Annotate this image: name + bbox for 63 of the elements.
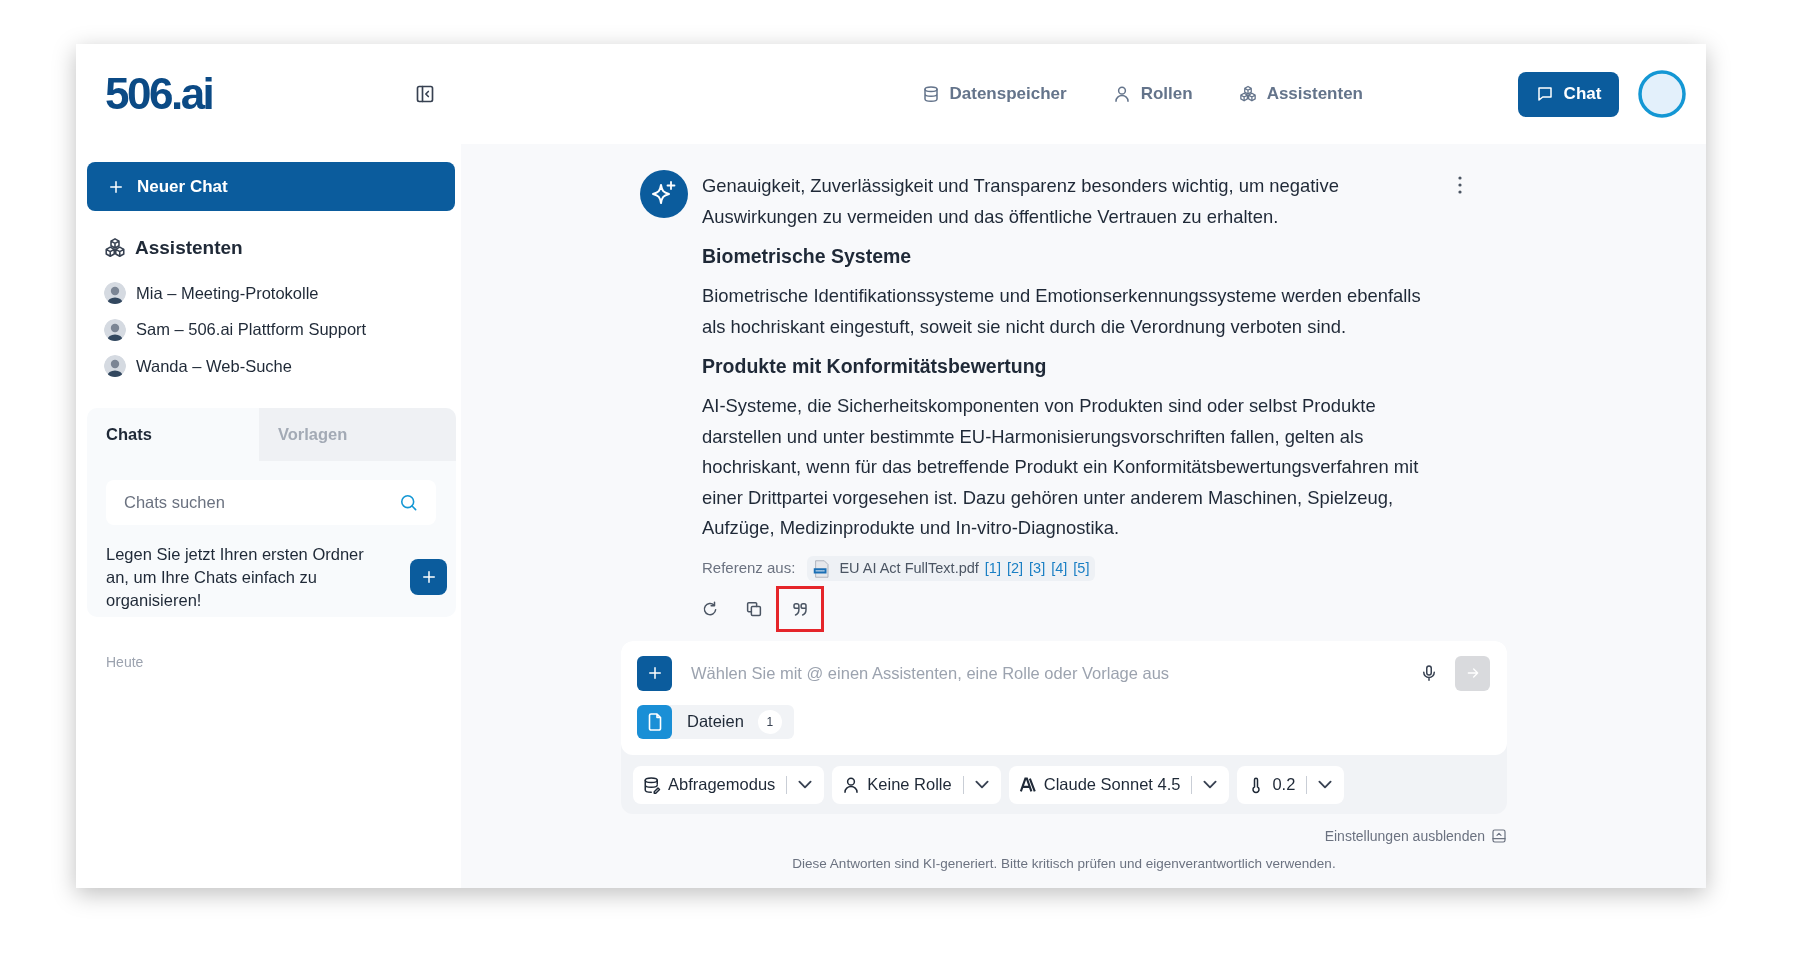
nav-link[interactable]: Datenspeicher [921,81,1067,107]
message-input[interactable]: Wählen Sie mit @ einen Assistenten, eine Rolle oder Vorlage aus [689,658,1408,688]
person-icon [1112,85,1131,103]
file-name[interactable]: EU AI Act FullText.pdf [839,557,979,580]
mode-dropdown[interactable]: Abfragemodus [633,765,825,804]
sparkle-icon [640,170,688,218]
model-dropdown[interactable]: Claude Sonnet 4.5 [1008,765,1230,804]
group-label: Heute [106,652,145,672]
sidebar-toggle-icon[interactable] [415,84,435,104]
folder-hint-text: Legen Sie jetzt Ihren ersten Ordner an, um Ihre Chats einfach zu organisieren! [106,543,365,611]
panel-collapse-icon [1491,828,1507,844]
pdf-file-icon [813,559,832,578]
assistant-item[interactable]: Sam – 506.ai Plattform Support [87,311,377,348]
more-options-icon[interactable] [1458,176,1462,194]
model-logo-icon [1018,775,1037,794]
cubes-icon [1238,85,1257,103]
files-chip[interactable]: Dateien 1 [637,704,794,739]
database-icon [921,85,940,103]
message-heading: Produkte mit Konformitätsbewertung [702,354,1048,379]
chevron-down-icon [1203,780,1218,789]
nav-link[interactable]: Assistenten [1238,81,1363,107]
avatar-icon [104,318,126,341]
avatar-icon [104,355,126,378]
message-heading: Biometrische Systeme [702,244,913,269]
citation-link[interactable]: [3] [1029,557,1046,580]
citation-link[interactable]: [5] [1073,557,1090,580]
new-chat-button[interactable]: Neuer Chat [87,162,455,211]
tab[interactable]: Chats [87,407,259,461]
cubes-icon [104,237,126,259]
database-pencil-icon [643,775,661,794]
nav-link[interactable]: Rollen [1112,81,1193,107]
count-badge: 1 [757,709,782,734]
person-icon [842,775,861,794]
brand-logo[interactable]: 506.ai [105,72,213,116]
message-paragraph: AI-Systeme, die Sicherheitskomponenten von Produkten sind oder selbst Produkte darstellen und unter bestimmte EU-Harmonisierungsvorschriften fallen, gelten als hochriskant, wenn für das betreffende Produkt ein Konformitätsbewertungsverfahren mit einer Drittpartei vorgesehen ist. Dazu gehören unter anderem Maschinen, Spielzeug, Aufzüge, Medizinprodukte und In-vitro-Diagnostika. [702,394,1420,540]
reference-label: Referenz aus: [702,558,796,579]
search-icon[interactable] [399,492,418,512]
chat-bubble-icon [1535,85,1554,103]
temperature-dropdown[interactable]: 0.2 [1237,765,1345,804]
disclaimer-text: Diese Antworten sind KI-generiert. Bitte kritisch prüfen und eigenverantwortlich verwenden. [791,854,1337,873]
role-dropdown[interactable]: Keine Rolle [832,765,1001,804]
file-icon [637,704,672,739]
section-title: Assistenten [135,236,243,260]
message-paragraph: Biometrische Identifikationssysteme und Emotionserkennungssysteme werden ebenfalls als hochriskant eingestuft, soweit sie nicht durch die Verordnung verboten sind. [702,284,1422,339]
search-field[interactable]: Chats suchen [106,479,436,525]
add-folder-button[interactable] [410,559,447,595]
citation-link[interactable]: [4] [1051,557,1068,580]
microphone-icon[interactable] [1420,664,1438,682]
hide-settings-button[interactable]: Einstellungen ausblenden [1324,825,1507,847]
chevron-down-icon [798,780,813,789]
citation-link[interactable]: [1] [984,557,1001,580]
add-button[interactable] [637,655,672,691]
chevron-down-icon [1318,780,1333,789]
copy-icon[interactable] [745,599,763,618]
chevron-down-icon [974,780,989,789]
assistant-item[interactable]: Mia – Meeting-Protokolle [87,275,377,312]
assistant-item[interactable]: Wanda – Web-Suche [87,348,377,385]
refresh-icon[interactable] [701,599,719,618]
citation-link[interactable]: [2] [1006,557,1024,580]
message-paragraph: Genauigkeit, Zuverlässigkeit und Transparenz besonders wichtig, um negative Auswirkungen zu vermeiden und das öffentliche Vertrauen zu erhalten. [702,174,1340,229]
avatar-icon [104,282,126,305]
user-avatar-icon[interactable] [1638,70,1686,118]
chat-button[interactable]: Chat [1518,71,1619,117]
